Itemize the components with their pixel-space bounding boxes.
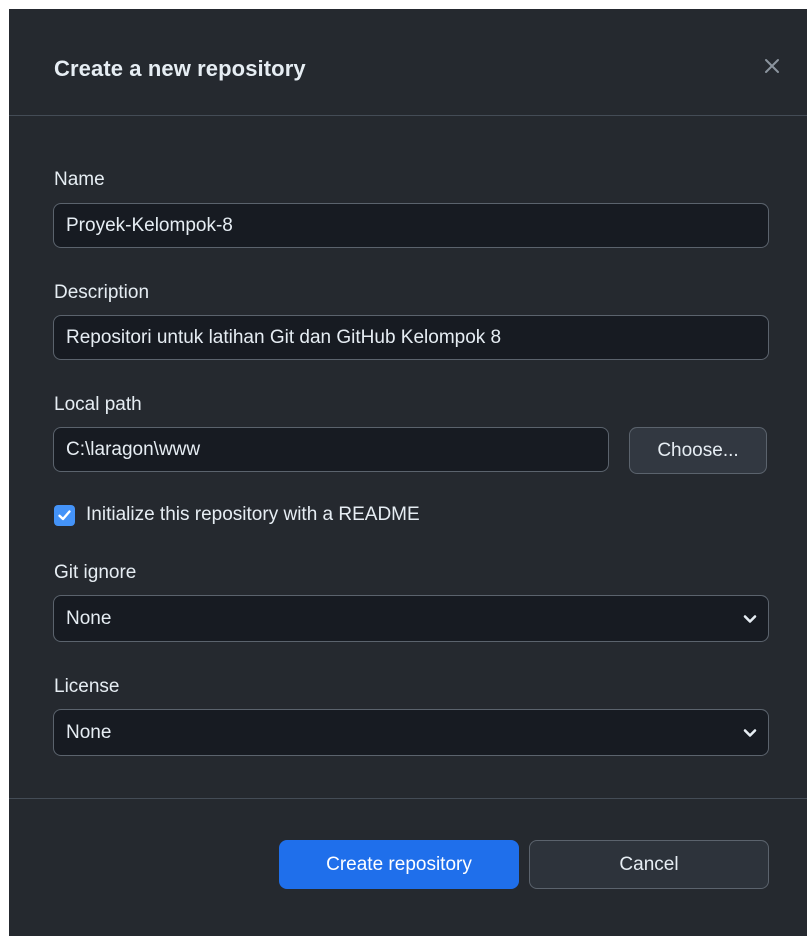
chevron-down-icon <box>743 615 757 623</box>
license-label: License <box>54 676 120 697</box>
create-repository-dialog: Create a new repository Name Proyek-Kelo… <box>9 9 807 936</box>
create-repository-button[interactable]: Create repository <box>279 840 519 889</box>
git-ignore-value: None <box>66 608 112 629</box>
name-input[interactable]: Proyek-Kelompok-8 <box>53 203 769 248</box>
readme-checkbox[interactable] <box>54 504 75 526</box>
cancel-button[interactable]: Cancel <box>529 840 769 889</box>
name-label: Name <box>54 169 105 190</box>
license-value: None <box>66 722 112 743</box>
choose-path-button[interactable]: Choose... <box>629 427 767 474</box>
git-ignore-select[interactable]: None <box>53 595 769 642</box>
git-ignore-label: Git ignore <box>54 562 137 583</box>
readme-checkbox-label[interactable]: Initialize this repository with a README <box>86 504 420 526</box>
description-label: Description <box>54 282 150 303</box>
description-input[interactable]: Repositori untuk latihan Git dan GitHub … <box>53 315 769 360</box>
dialog-title: Create a new repository <box>54 56 306 81</box>
license-select[interactable]: None <box>53 709 769 756</box>
local-path-label: Local path <box>54 394 142 415</box>
dialog-header: Create a new repository <box>9 9 807 116</box>
checkmark-icon <box>58 509 71 520</box>
local-path-input[interactable]: C:\laragon\www <box>53 427 609 472</box>
readme-option: Initialize this repository with a README <box>54 503 420 527</box>
close-icon[interactable] <box>761 55 783 77</box>
chevron-down-icon <box>743 729 757 737</box>
footer-divider <box>9 798 807 799</box>
